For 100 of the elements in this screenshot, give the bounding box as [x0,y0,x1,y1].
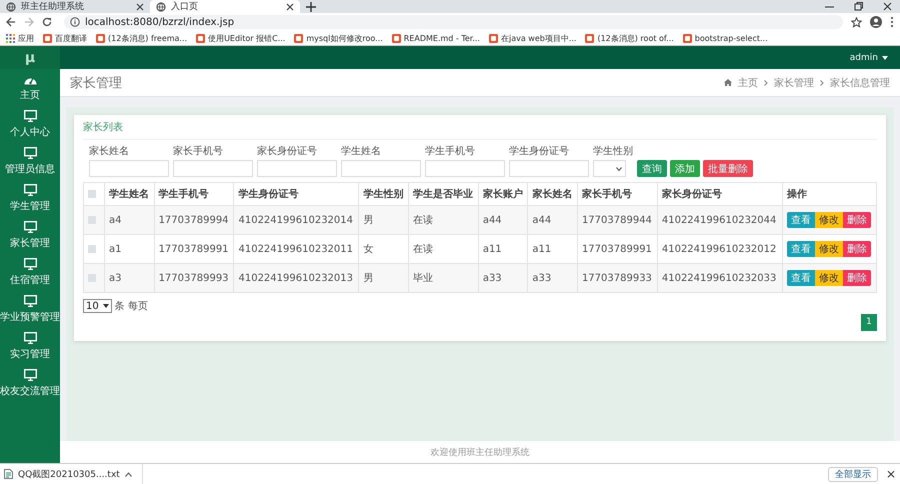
chevron-down-icon [102,304,109,308]
table-cell: a33 [528,264,578,292]
bookmark-link[interactable]: (12条消息) root of... [585,32,674,44]
filter-label: 学生身份证号 [509,144,570,158]
table-cell: 男 [358,264,409,292]
bookmark-link[interactable]: (12条消息) freema... [96,32,188,44]
bookmark-link[interactable]: 使用UEditor 报错C... [196,32,286,44]
table-cell: 在读 [408,206,478,234]
chevron-icon [764,80,768,86]
site-icon [488,34,498,42]
page-button[interactable]: 1 [861,314,877,330]
delete-button[interactable]: 批量删除 [703,160,753,177]
input-field[interactable] [257,160,337,177]
column-header: 学生身份证号 [234,182,359,206]
apps-grid-icon [6,34,15,42]
delete-button[interactable]: 删除 [842,212,871,228]
home-icon [724,79,732,86]
globe-icon [6,2,16,12]
sidebar-item[interactable]: 管理员信息 [0,143,60,180]
view-button[interactable]: 查看 [786,270,815,286]
globe-icon [156,2,166,12]
monitor-icon [24,295,36,307]
browser-tab[interactable]: 入口页 [150,0,300,13]
close-button[interactable]: × [886,467,896,481]
address-field[interactable]: localhost:8080/bzrzl/index.jsp [64,15,843,29]
breadcrumb-link[interactable]: 主页 [738,76,758,90]
bookmark-link[interactable]: mysql如何修改roo... [294,32,383,44]
select-field[interactable] [593,160,626,177]
table-cell: a4 [104,206,154,234]
checkbox[interactable] [88,274,96,282]
sidebar-item[interactable]: 个人中心 [0,106,60,143]
filter-label: 家长身份证号 [257,144,318,158]
footer-text: 欢迎使用班主任助理系统 [60,441,900,463]
plus-icon [306,2,316,12]
show-all-button[interactable]: 全部显示 [828,466,878,482]
edit-button[interactable]: 修改 [814,212,843,228]
sidebar-item[interactable]: 校友交流管理 [0,365,60,402]
menu-icon [890,16,894,28]
bookmark-link[interactable]: 应用 [6,32,34,44]
site-icon [294,34,304,42]
back-arrow-icon [6,17,16,27]
input-field[interactable] [509,160,589,177]
page-size-select[interactable]: 10 [83,299,112,313]
sidebar-item[interactable]: 学生管理 [0,180,60,217]
table-cell: 410224199610232033 [657,264,782,292]
table-cell: a44 [478,206,528,234]
checkbox[interactable] [88,216,96,224]
add-button[interactable]: 添加 [670,160,700,177]
table-cell: 男 [358,206,409,234]
sidebar-item[interactable]: 家长管理 [0,217,60,254]
view-button[interactable]: 查看 [786,241,815,257]
sidebar-item[interactable]: 学业预警管理 [0,291,60,328]
input-field[interactable] [425,160,505,177]
delete-button[interactable]: 删除 [842,270,871,286]
bookmark-link[interactable]: README.md - Ter... [392,34,480,42]
monitor-icon [24,258,36,270]
restore-icon [854,2,863,11]
site-icon [392,34,401,42]
input-field[interactable] [341,160,421,177]
close-icon [883,2,892,11]
breadcrumb-link[interactable]: 家长管理 [774,76,814,90]
site-icon [96,34,105,42]
account-icon [870,16,882,28]
bookmark-link[interactable]: 百度翻译 [43,32,87,44]
delete-button[interactable]: 删除 [842,241,871,257]
card-title: 家长列表 [83,115,877,140]
search-button[interactable]: 查询 [637,160,667,177]
input-field[interactable] [173,160,253,177]
filter-label: 学生姓名 [341,144,382,158]
monitor-icon [24,110,36,122]
checkbox[interactable] [88,245,96,253]
page-title: 家长管理 [70,74,122,92]
site-icon [585,34,594,42]
sidebar-item[interactable]: 主页 [0,69,60,106]
sidebar-item[interactable]: 实习管理 [0,328,60,365]
logo: μ [0,46,60,69]
chevron-down-icon [616,166,622,170]
edit-button[interactable]: 修改 [814,270,843,286]
download-item[interactable]: QQ截图20210305....txt [4,464,143,484]
table-cell: 17703789944 [577,206,658,234]
user-menu[interactable]: admin [850,52,888,62]
browser-tab[interactable]: 班主任助理系统 [0,0,150,13]
bookmark-link[interactable]: 在java web项目中... [488,32,576,44]
input-field[interactable] [89,160,169,177]
table-cell: a3 [104,264,154,292]
breadcrumb-link[interactable]: 家长信息管理 [830,76,890,90]
view-button[interactable]: 查看 [786,212,815,228]
table-cell: 毕业 [408,264,478,292]
close-icon [136,2,144,10]
monitor-icon [24,369,36,381]
site-icon [43,34,52,42]
table-cell: a44 [528,206,578,234]
filter-label: 家长手机号 [173,144,224,158]
sidebar-item[interactable]: 住宿管理 [0,254,60,291]
edit-button[interactable]: 修改 [814,241,843,257]
monitor-icon [24,332,36,344]
checkbox[interactable] [88,190,96,198]
info-icon [70,17,80,27]
star-icon [851,16,862,28]
bookmark-link[interactable]: bootstrap-select... [682,34,768,42]
